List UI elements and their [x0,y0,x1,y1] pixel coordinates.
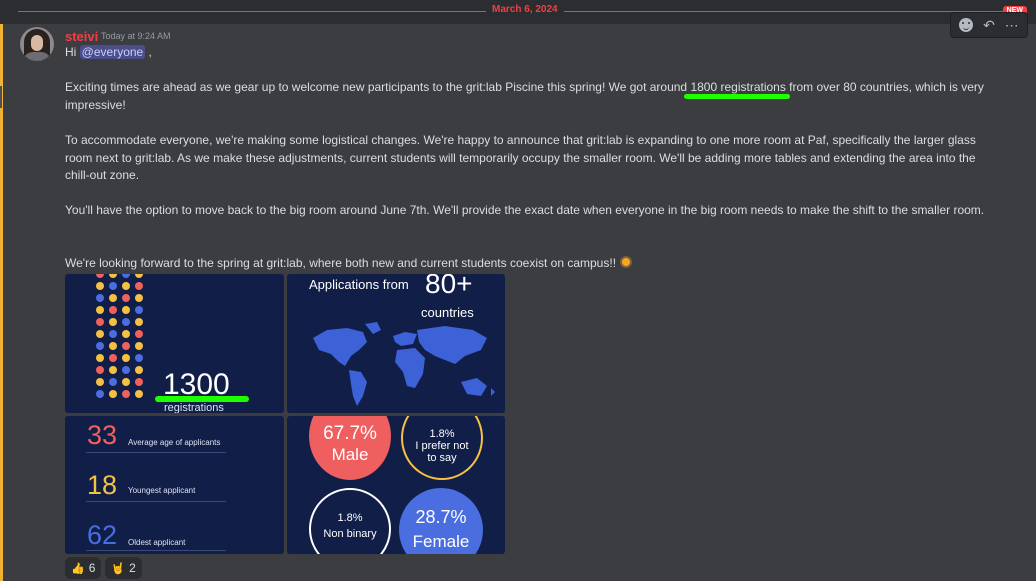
countries-number: 80+ [425,274,473,299]
thumbs-up-icon: 👍 [71,562,85,575]
reaction-thumbs-up[interactable]: 👍 6 [65,557,102,579]
registration-dot [122,354,130,362]
world-map-icon [313,322,495,406]
image-registrations[interactable]: 1300 registrations [65,274,284,413]
registration-dot [135,274,143,278]
message-paragraph-2: To accommodate everyone, we're making so… [65,133,976,182]
message-paragraph-3: You'll have the option to move back to t… [65,203,985,217]
registration-dot [96,274,104,278]
registration-dot [109,342,117,350]
emoji-icon [959,18,974,32]
registration-dot [96,366,104,374]
registration-dot [96,378,104,386]
add-reaction-button[interactable] [956,15,976,35]
registration-dot [109,274,117,278]
registration-dot [109,330,117,338]
more-icon: ⋯ [1004,16,1019,33]
registration-dot [122,366,130,374]
registration-dot [135,282,143,290]
reply-icon: ↶ [983,16,995,33]
prefer-not-circle: 1.8% I prefer not to say [401,416,483,480]
registration-dot [109,282,117,290]
reaction-metal-hand[interactable]: 🤘 2 [105,557,142,579]
registration-dot [96,342,104,350]
timestamp[interactable]: Today at 9:24 AM [101,31,171,41]
reactions-bar: 👍 6 🤘 2 [65,557,142,579]
oldest-label: Oldest applicant [128,538,186,547]
reaction-count: 6 [88,561,96,575]
username[interactable]: steivi [65,29,98,44]
scroll-marker [0,86,2,108]
non-binary-circle: 1.8% Non binary [309,488,391,554]
registration-dot [109,354,117,362]
registration-dot [96,282,104,290]
average-age-label: Average age of applicants [128,438,221,447]
registration-dot [109,390,117,398]
registration-dot [109,306,117,314]
registration-dot [135,318,143,326]
image-gender-stats[interactable]: 67.7% Male 1.8% I prefer not to say 1.8%… [287,416,505,554]
registration-dot [135,294,143,302]
registration-dot [122,306,130,314]
registration-dot [109,366,117,374]
divider-date: March 6, 2024 [486,4,564,15]
female-circle: 28.7% Female [399,488,483,554]
message-paragraph-1: Exciting times are ahead as we gear up t… [65,80,984,112]
registration-dot [96,318,104,326]
sun-icon [619,255,633,269]
image-age-stats[interactable]: 33 Average age of applicants 18 Youngest… [65,416,284,554]
message-toolbar: ↶ ⋯ [950,12,1028,38]
dot-grid [96,274,144,398]
avatar[interactable] [20,27,54,61]
registration-dot [135,378,143,386]
registration-dot [122,282,130,290]
registration-dot [109,294,117,302]
registration-dot [122,378,130,386]
registration-dot [96,306,104,314]
average-age-value: 33 [87,420,118,450]
metal-hand-icon: 🤘 [111,562,126,575]
registration-dot [122,390,130,398]
registration-dot [96,390,104,398]
reply-button[interactable]: ↶ [979,15,999,35]
youngest-value: 18 [87,470,118,500]
registration-dot [135,306,143,314]
oldest-value: 62 [87,520,118,550]
registration-dot [122,330,130,338]
registrations-highlight: 1800 registrations [690,80,786,94]
registration-dot [96,354,104,362]
male-circle: 67.7% Male [309,416,391,480]
registration-dot [135,366,143,374]
message-greeting: Hi @everyone , [65,45,152,59]
registration-dot [122,342,130,350]
date-divider-bar: March 6, 2024 NEW [0,0,1036,24]
youngest-label: Youngest applicant [128,486,196,495]
registration-dot [135,390,143,398]
registration-dot [109,378,117,386]
image-countries[interactable]: Applications from 80+ countries [287,274,505,413]
registration-dot [96,330,104,338]
registration-dot [135,342,143,350]
registration-dot [122,294,130,302]
message-paragraph-4: We're looking forward to the spring at g… [65,255,995,273]
registration-dot [122,274,130,278]
everyone-mention[interactable]: @everyone [79,45,146,59]
registration-dot [122,318,130,326]
reaction-count: 2 [129,561,136,575]
registration-dot [135,330,143,338]
more-button[interactable]: ⋯ [1002,15,1022,35]
registrations-label: registrations [164,402,224,413]
registration-dot [96,294,104,302]
applications-from-label: Applications from [309,277,409,292]
registration-dot [135,354,143,362]
registration-dot [109,318,117,326]
